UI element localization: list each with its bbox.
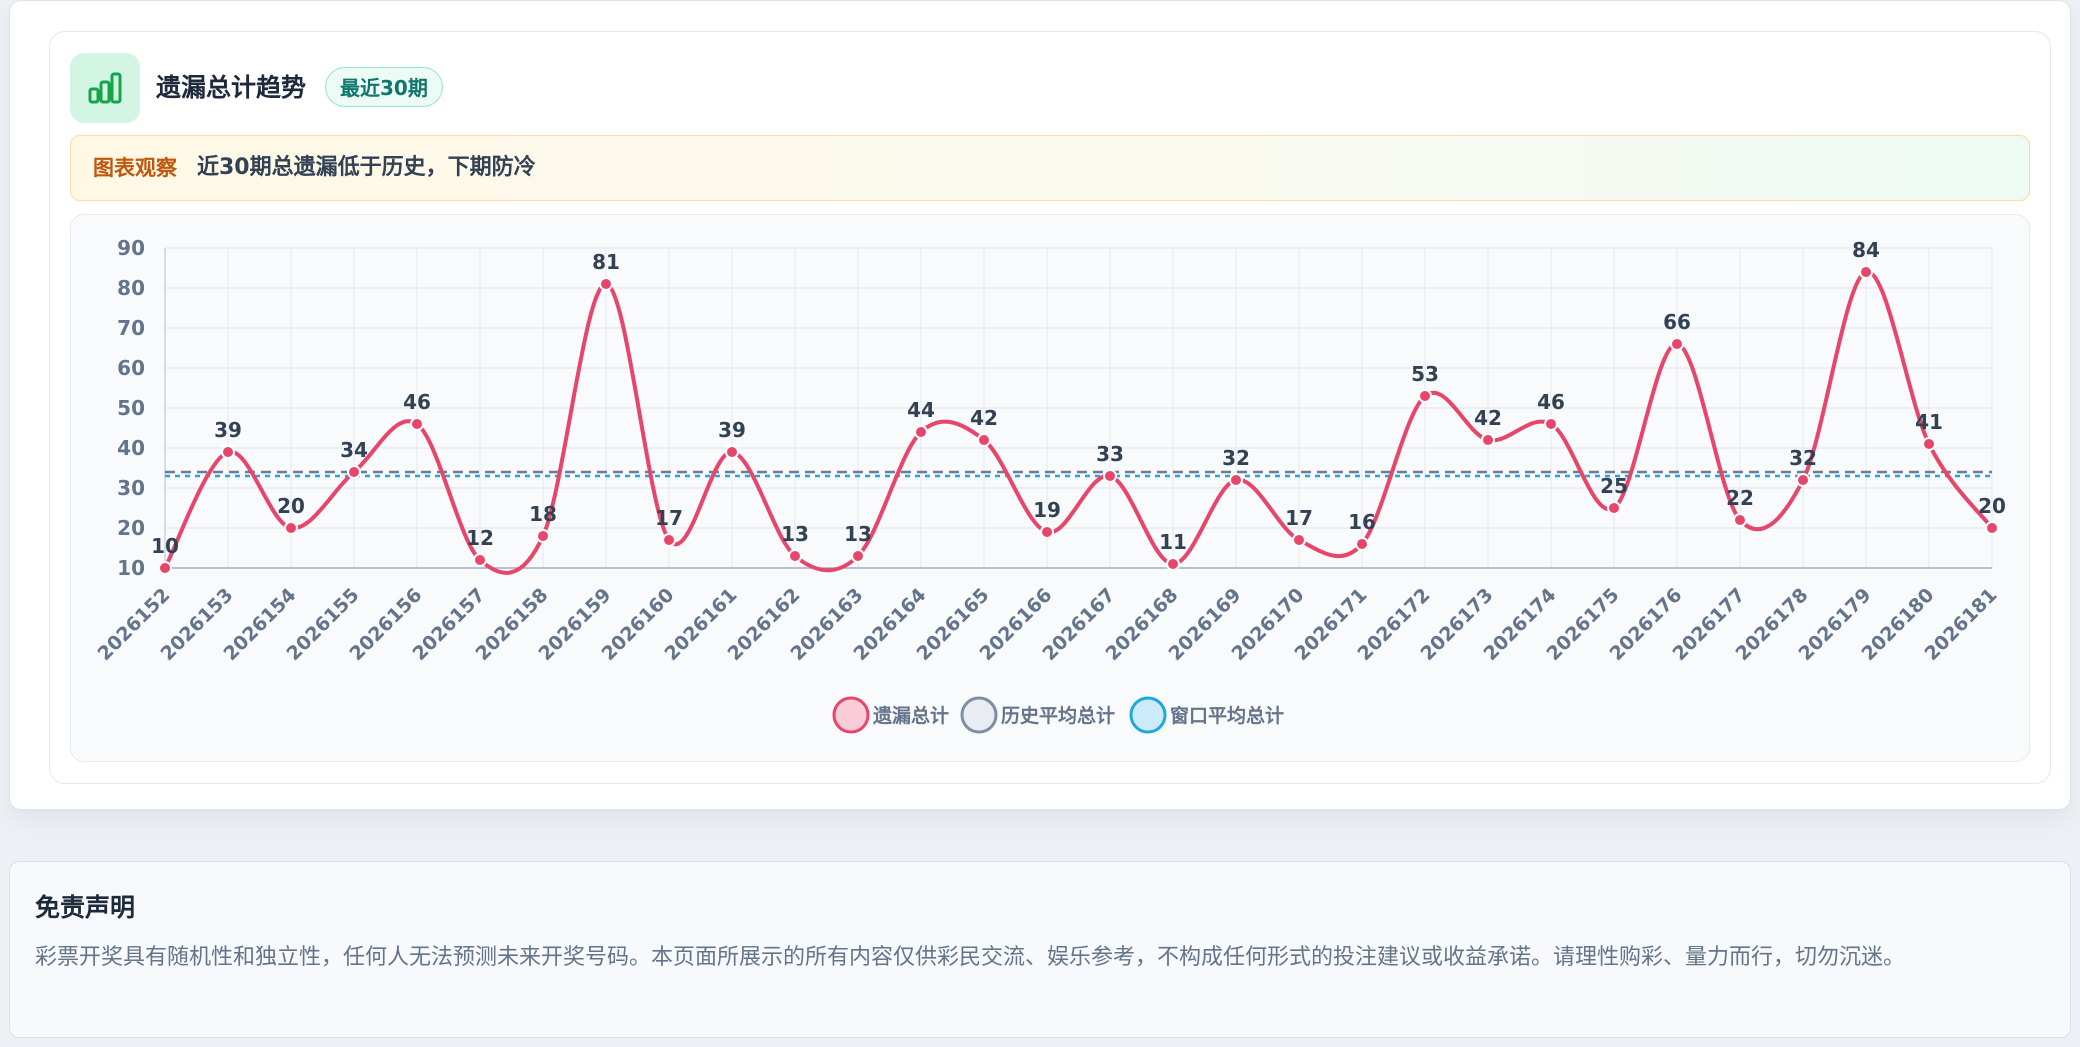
line-chart: 1020304050607080902026152202615320261542… — [94, 236, 2006, 734]
data-label: 22 — [1726, 486, 1754, 510]
data-label: 44 — [907, 398, 935, 422]
data-point — [1355, 537, 1369, 551]
insight-label: 图表观察 — [93, 156, 177, 180]
data-point — [1481, 433, 1495, 447]
period-badge: 最近30期 — [325, 67, 443, 107]
data-label: 20 — [1978, 494, 2006, 518]
data-label: 17 — [655, 506, 683, 530]
data-label: 33 — [1096, 442, 1124, 466]
data-point — [1103, 469, 1117, 483]
data-point — [1418, 389, 1432, 403]
data-label: 42 — [1474, 406, 1502, 430]
disclaimer-text: 彩票开奖具有随机性和独立性，任何人无法预测未来开奖号码。本页面所展示的所有内容仅… — [35, 945, 1906, 970]
data-point — [1607, 501, 1621, 515]
data-label: 18 — [529, 502, 557, 526]
y-tick-label: 70 — [117, 316, 145, 340]
y-tick-label: 10 — [117, 556, 145, 580]
y-tick-label: 90 — [117, 236, 145, 260]
data-point — [1670, 337, 1684, 351]
insight-banner: 图表观察 近30期总遗漏低于历史，下期防冷 — [70, 135, 2030, 201]
data-point — [221, 445, 235, 459]
data-label: 11 — [1159, 530, 1187, 554]
data-label: 12 — [466, 526, 494, 550]
data-point — [1040, 525, 1054, 539]
y-tick-label: 40 — [117, 436, 145, 460]
data-label: 10 — [151, 534, 179, 558]
legend-marker — [1129, 696, 1167, 734]
data-point — [410, 417, 424, 431]
data-label: 41 — [1915, 410, 1943, 434]
data-point — [1733, 513, 1747, 527]
data-point — [284, 521, 298, 535]
data-label: 16 — [1348, 510, 1376, 534]
data-label: 19 — [1033, 498, 1061, 522]
data-label: 13 — [844, 522, 872, 546]
data-label: 32 — [1222, 446, 1250, 470]
data-label: 84 — [1852, 238, 1880, 262]
data-point — [851, 549, 865, 563]
data-label: 46 — [1537, 390, 1565, 414]
data-point — [662, 533, 676, 547]
insight-text: 近30期总遗漏低于历史，下期防冷 — [197, 155, 536, 180]
data-point — [788, 549, 802, 563]
data-point — [158, 561, 172, 575]
legend-label: 窗口平均总计 — [1170, 704, 1284, 727]
y-tick-label: 20 — [117, 516, 145, 540]
data-point — [1922, 437, 1936, 451]
data-label: 32 — [1789, 446, 1817, 470]
data-label: 17 — [1285, 506, 1313, 530]
data-point — [1859, 265, 1873, 279]
data-point — [725, 445, 739, 459]
data-label: 20 — [277, 494, 305, 518]
data-label: 81 — [592, 250, 620, 274]
data-point — [1292, 533, 1306, 547]
legend-label: 遗漏总计 — [872, 704, 949, 727]
legend-marker — [832, 696, 870, 734]
data-label: 46 — [403, 390, 431, 414]
y-tick-label: 60 — [117, 356, 145, 380]
data-label: 34 — [340, 438, 368, 462]
data-label: 66 — [1663, 310, 1691, 334]
data-point — [1229, 473, 1243, 487]
data-label: 13 — [781, 522, 809, 546]
data-label: 25 — [1600, 474, 1628, 498]
y-tick-label: 80 — [117, 276, 145, 300]
data-point — [1796, 473, 1810, 487]
data-point — [1166, 557, 1180, 571]
data-point — [473, 553, 487, 567]
data-label: 39 — [718, 418, 746, 442]
card-title: 遗漏总计趋势 — [156, 73, 307, 102]
disclaimer-section: 免责声明 彩票开奖具有随机性和独立性，任何人无法预测未来开奖号码。本页面所展示的… — [9, 861, 2071, 1038]
y-tick-label: 30 — [117, 476, 145, 500]
data-point — [977, 433, 991, 447]
data-point — [347, 465, 361, 479]
bar-chart-icon — [70, 53, 140, 123]
data-label: 42 — [970, 406, 998, 430]
data-point — [1544, 417, 1558, 431]
chart-panel: 10 20 30 40 50 60 70 80 90 2026152 2026153 2026154 2… — [70, 214, 2030, 762]
data-label: 53 — [1411, 362, 1439, 386]
y-tick-label: 50 — [117, 396, 145, 420]
legend-marker — [960, 696, 998, 734]
legend-label: 历史平均总计 — [1001, 704, 1115, 727]
data-label: 39 — [214, 418, 242, 442]
data-point — [1985, 521, 1999, 535]
data-point — [536, 529, 550, 543]
data-point — [914, 425, 928, 439]
trend-card: 遗漏总计趋势 最近30期 图表观察 近30期总遗漏低于历史，下期防冷 10 20 3… — [9, 0, 2071, 810]
data-point — [599, 277, 613, 291]
disclaimer-title: 免责声明 — [35, 893, 136, 922]
